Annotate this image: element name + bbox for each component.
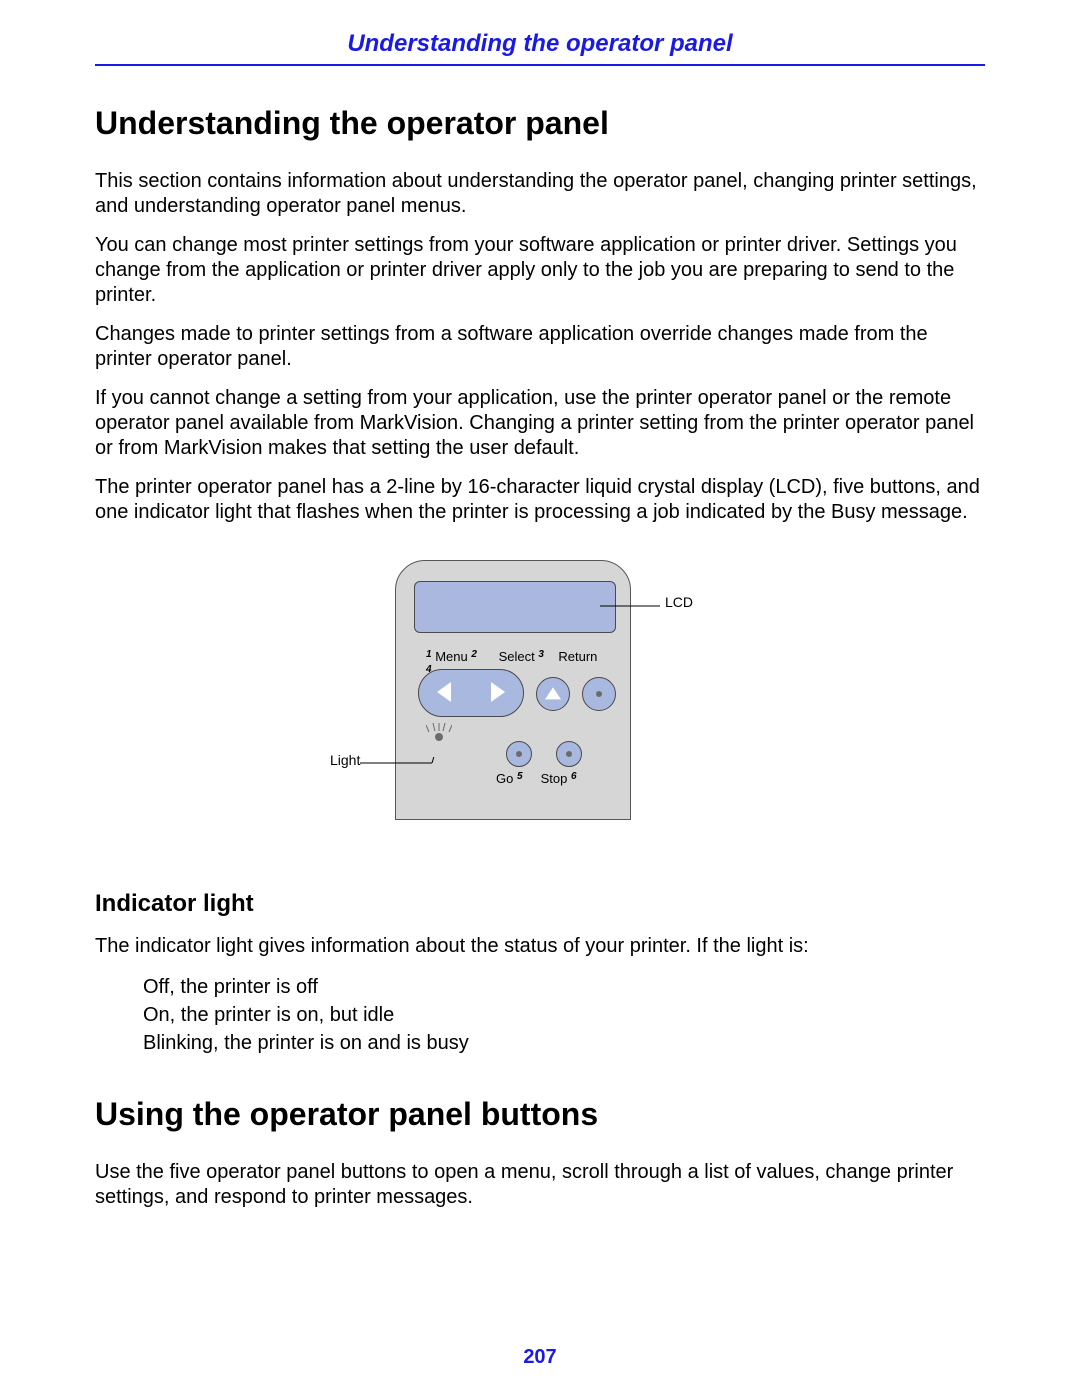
superscript: 6 (571, 771, 577, 782)
superscript: 2 (471, 649, 477, 660)
return-label: Return (558, 649, 597, 664)
subsection-heading: Indicator light (95, 890, 985, 918)
body-paragraph: Use the five operator panel buttons to o… (95, 1160, 985, 1210)
body-paragraph: The indicator light gives information ab… (95, 934, 985, 959)
body-paragraph: The printer operator panel has a 2-line … (95, 475, 985, 525)
light-rays-icon (426, 723, 452, 733)
menu-rocker-button (418, 669, 524, 717)
body-paragraph: If you cannot change a setting from your… (95, 386, 985, 461)
status-list: Off, the printer is off On, the printer … (143, 973, 985, 1057)
dot-icon (566, 751, 572, 757)
callout-line (600, 600, 670, 612)
page-number: 207 (0, 1346, 1080, 1369)
stop-label: Stop (541, 771, 568, 786)
go-label: Go (496, 771, 513, 786)
indicator-light-icon (435, 733, 443, 741)
header-rule (95, 64, 985, 66)
dot-icon (596, 691, 602, 697)
operator-panel-figure: 1 Menu 2 Select 3 Return 4 (95, 560, 985, 860)
list-item: On, the printer is on, but idle (143, 1001, 985, 1029)
superscript: 1 (426, 649, 432, 660)
go-button (506, 741, 532, 767)
button-row2-labels: Go 5 Stop 6 (496, 771, 577, 786)
document-page: Understanding the operator panel Underst… (0, 0, 1080, 1397)
select-label: Select (499, 649, 535, 664)
select-button (536, 677, 570, 711)
superscript: 5 (517, 771, 523, 782)
stop-button (556, 741, 582, 767)
light-callout-label: Light (330, 752, 360, 768)
return-button (582, 677, 616, 711)
body-paragraph: You can change most printer settings fro… (95, 233, 985, 308)
triangle-up-icon (545, 688, 561, 700)
dot-icon (516, 751, 522, 757)
operator-panel-body: 1 Menu 2 Select 3 Return 4 (395, 560, 631, 820)
body-paragraph: This section contains information about … (95, 169, 985, 219)
section-heading: Understanding the operator panel (95, 106, 985, 141)
callout-line (360, 757, 435, 769)
section-heading: Using the operator panel buttons (95, 1097, 985, 1132)
menu-right-arrow-icon (491, 682, 505, 702)
page-header-title: Understanding the operator panel (95, 30, 985, 64)
list-item: Off, the printer is off (143, 973, 985, 1001)
list-item: Blinking, the printer is on and is busy (143, 1029, 985, 1057)
menu-left-arrow-icon (437, 682, 451, 702)
superscript: 3 (538, 649, 544, 660)
lcd-callout-label: LCD (665, 594, 693, 610)
menu-label: Menu (435, 649, 468, 664)
lcd-display (414, 581, 616, 633)
body-paragraph: Changes made to printer settings from a … (95, 322, 985, 372)
